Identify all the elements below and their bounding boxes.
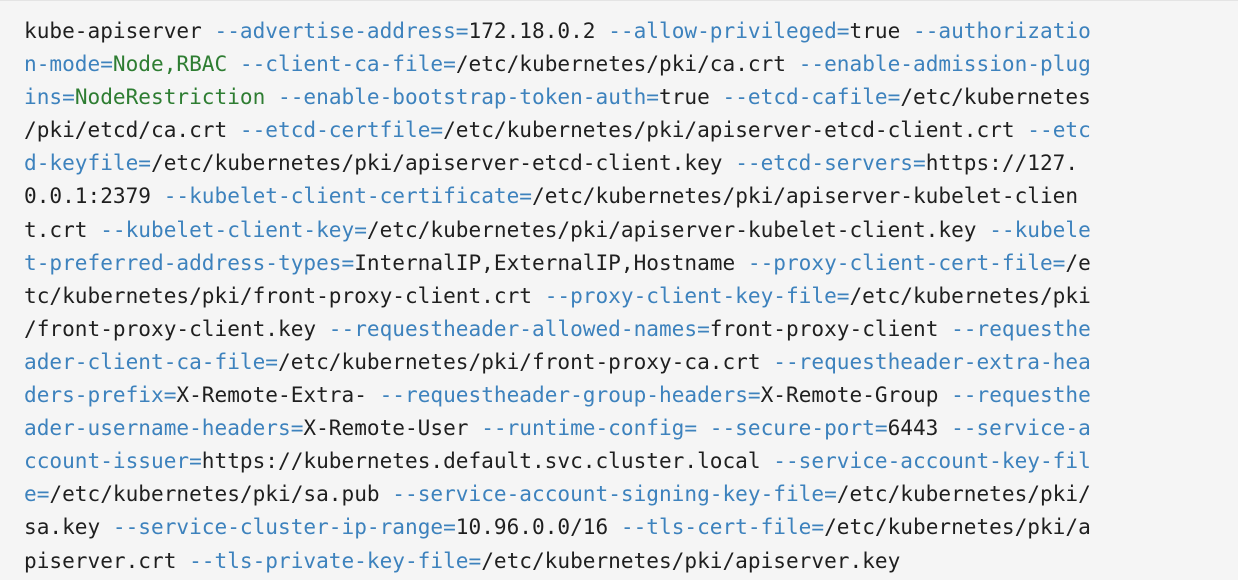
code-line: /pki/etcd/ca.crt --etcd-certfile=/etc/ku… bbox=[24, 113, 1214, 146]
flag-value: InternalIP,ExternalIP,Hostname bbox=[354, 249, 748, 275]
code-line: /front-proxy-client.key --requestheader-… bbox=[24, 312, 1214, 345]
flag-value: 172.18.0.2 bbox=[468, 18, 609, 43]
flag-value: /etc/kubernetes/pki/apiserver-etcd-clien… bbox=[151, 150, 736, 176]
flag-value: /etc/kubernetes/pki/a bbox=[824, 514, 1091, 540]
command-name: kube-apiserver bbox=[24, 18, 215, 43]
flag-name: --proxy-client-key-file= bbox=[544, 282, 850, 308]
flag-name: n-mode= bbox=[24, 51, 113, 77]
code-line: d-keyfile=/etc/kubernetes/pki/apiserver-… bbox=[24, 146, 1214, 179]
flag-value: /e bbox=[1065, 249, 1091, 275]
flag-name: --service-account-key-fil bbox=[773, 448, 1091, 474]
flag-value: /etc/kubernetes bbox=[900, 84, 1091, 110]
flag-value: 10.96.0.0/16 bbox=[455, 514, 621, 540]
flag-value: https://kubernetes.default.svc.cluster.l… bbox=[201, 448, 774, 474]
flag-value: /etc/kubernetes/pki/ca.crt bbox=[455, 51, 799, 77]
flag-name: --service-cluster-ip-range= bbox=[112, 514, 456, 540]
flag-name: --requestheader-allowed-names= bbox=[328, 315, 710, 341]
flag-value: X-Remote-User bbox=[303, 415, 482, 441]
flag-value: /front-proxy-client.key bbox=[24, 315, 329, 341]
flag-name: --etc bbox=[1027, 117, 1091, 143]
flag-value: /etc/kubernetes/pki/apiserver-kubelet-cl… bbox=[532, 183, 1079, 209]
flag-value: https://127. bbox=[925, 150, 1079, 176]
code-line: ccount-issuer=https://kubernetes.default… bbox=[24, 444, 1214, 477]
flag-name: --kubele bbox=[989, 216, 1091, 242]
flag-value: true bbox=[849, 18, 913, 43]
flag-name: --tls-private-key-file= bbox=[189, 547, 482, 573]
flag-name: --client-ca-file= bbox=[239, 51, 456, 77]
flag-value: 0.0.1:2379 bbox=[24, 183, 164, 209]
flag-name: --requestheader-group-headers= bbox=[379, 382, 761, 408]
flag-name: --tls-cert-file= bbox=[620, 514, 825, 540]
code-line: t-preferred-address-types=InternalIP,Ext… bbox=[24, 246, 1214, 279]
flag-name: ders-prefix= bbox=[24, 382, 177, 408]
flag-value: front-proxy-client bbox=[709, 315, 952, 341]
flag-value: /etc/kubernetes/pki/apiserver.key bbox=[481, 547, 901, 573]
flag-value: true bbox=[659, 84, 723, 110]
flag-value: tc/kubernetes/pki/front-proxy-client.crt bbox=[24, 282, 545, 308]
flag-value: /etc/kubernetes/pki bbox=[849, 282, 1091, 308]
flag-value: sa.key bbox=[24, 514, 113, 540]
flag-value: /pki/etcd/ca.crt bbox=[24, 117, 240, 143]
flag-name: --runtime-config= --secure-port= bbox=[481, 415, 888, 441]
code-line: n-mode=Node,RBAC --client-ca-file=/etc/k… bbox=[24, 47, 1214, 80]
flag-name: d-keyfile= bbox=[24, 150, 151, 176]
flag-name: --etcd-certfile= bbox=[239, 117, 444, 143]
code-line: ders-prefix=X-Remote-Extra- --requesthea… bbox=[24, 378, 1214, 411]
code-line: ader-client-ca-file=/etc/kubernetes/pki/… bbox=[24, 345, 1214, 378]
flag-name: --kubelet-client-key= bbox=[100, 216, 367, 242]
flag-name: --enable-bootstrap-token-auth= bbox=[278, 84, 660, 110]
code-block: kube-apiserver --advertise-address=172.1… bbox=[0, 0, 1238, 580]
code-line: e=/etc/kubernetes/pki/sa.pub --service-a… bbox=[24, 477, 1214, 510]
flag-name: ins= bbox=[24, 84, 75, 110]
flag-name: ader-client-ca-file= bbox=[24, 348, 278, 374]
flag-value: piserver.crt bbox=[24, 547, 190, 573]
code-line: ins=NodeRestriction --enable-bootstrap-t… bbox=[24, 80, 1214, 113]
flag-value: /etc/kubernetes/pki/ bbox=[836, 481, 1091, 507]
flag-name: --etcd-servers= bbox=[735, 150, 926, 176]
flag-name: --advertise-address= bbox=[214, 18, 469, 43]
flag-name: --proxy-client-cert-file= bbox=[747, 249, 1066, 275]
flag-value: X-Remote-Group bbox=[760, 382, 952, 408]
flag-value: t.crt bbox=[24, 216, 101, 242]
flag-value: /etc/kubernetes/pki/apiserver-kubelet-cl… bbox=[366, 216, 990, 242]
flag-name: ader-username-headers= bbox=[24, 415, 304, 441]
flag-name: --authorizatio bbox=[913, 18, 1091, 43]
flag-name: e= bbox=[24, 481, 50, 507]
code-line: t.crt --kubelet-client-key=/etc/kubernet… bbox=[24, 213, 1214, 246]
flag-name: --requestheader-extra-hea bbox=[773, 348, 1091, 374]
code-line: ader-username-headers=X-Remote-User --ru… bbox=[24, 411, 1214, 444]
flag-name: --requesthe bbox=[951, 315, 1091, 341]
flag-name: t-preferred-address-types= bbox=[24, 249, 355, 275]
flag-name: --allow-privileged= bbox=[608, 18, 850, 43]
code-line: tc/kubernetes/pki/front-proxy-client.crt… bbox=[24, 279, 1214, 312]
flag-value: Node,RBAC bbox=[112, 51, 240, 77]
flag-name: --service-account-signing-key-file= bbox=[392, 481, 837, 507]
code-line: kube-apiserver --advertise-address=172.1… bbox=[24, 14, 1214, 47]
flag-value: NodeRestriction bbox=[74, 84, 279, 110]
flag-value: 6443 bbox=[887, 415, 952, 441]
flag-name: --enable-admission-plug bbox=[798, 51, 1091, 77]
command-text: kube-apiserver --advertise-address=172.1… bbox=[24, 14, 1214, 577]
flag-value: X-Remote-Extra- bbox=[176, 382, 380, 408]
flag-name: --requesthe bbox=[951, 382, 1091, 408]
flag-value: /etc/kubernetes/pki/sa.pub bbox=[49, 481, 393, 507]
flag-name: --etcd-cafile= bbox=[722, 84, 901, 110]
flag-name: --kubelet-client-certificate= bbox=[163, 183, 532, 209]
code-line: sa.key --service-cluster-ip-range=10.96.… bbox=[24, 510, 1214, 543]
code-line: 0.0.1:2379 --kubelet-client-certificate=… bbox=[24, 179, 1214, 212]
flag-name: ccount-issuer= bbox=[24, 448, 202, 474]
flag-name: --service-a bbox=[951, 415, 1091, 441]
flag-value: /etc/kubernetes/pki/front-proxy-ca.crt bbox=[278, 348, 774, 374]
flag-value: /etc/kubernetes/pki/apiserver-etcd-clien… bbox=[443, 117, 1028, 143]
code-line: piserver.crt --tls-private-key-file=/etc… bbox=[24, 544, 1214, 577]
